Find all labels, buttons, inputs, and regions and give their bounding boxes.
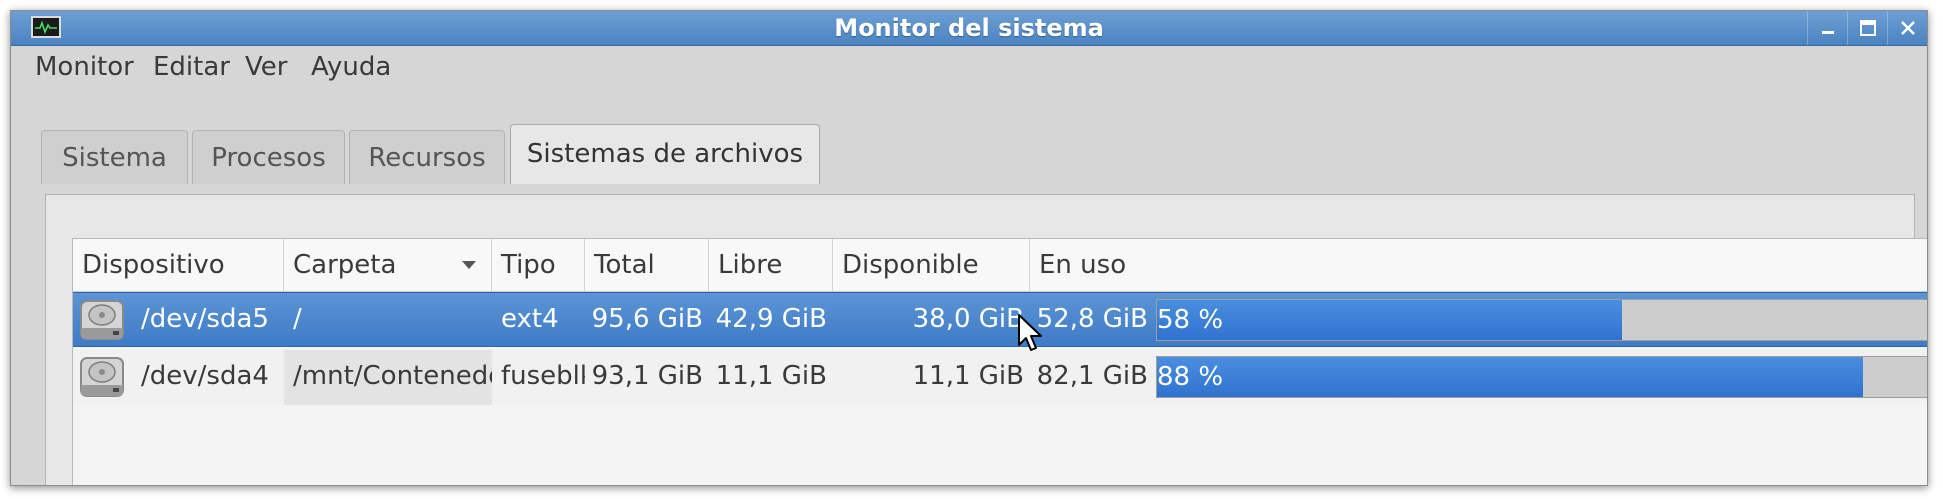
mouse-cursor-icon — [1018, 314, 1042, 351]
title-bar[interactable]: Monitor del sistema — [11, 11, 1927, 46]
usage-percent-label: 88 % — [1157, 362, 1224, 392]
menu-ver[interactable]: Ver — [233, 46, 299, 88]
file-systems-panel: Dispositivo Carpeta Tipo Total Libre Dis… — [45, 194, 1927, 485]
close-button[interactable] — [1887, 11, 1927, 45]
used-cell: 52,8 GiB — [1036, 304, 1148, 334]
maximize-icon — [1860, 20, 1876, 36]
device-cell: /dev/sda4 — [73, 350, 284, 405]
free-cell: 42,9 GiB — [715, 304, 827, 334]
type-cell: ext4 — [501, 304, 559, 334]
usage-progress-bar: 88 % — [1156, 356, 1927, 398]
hard-disk-icon — [80, 300, 124, 340]
type-cell: fuseblk — [501, 361, 585, 391]
tab-sistema[interactable]: Sistema — [41, 130, 188, 184]
column-header-label: En uso — [1039, 250, 1127, 280]
usage-percent-label: 58 % — [1157, 305, 1224, 335]
free-cell: 11,1 GiB — [715, 361, 827, 391]
column-header-dispositivo[interactable]: Dispositivo — [73, 239, 284, 291]
menu-ayuda[interactable]: Ayuda — [299, 46, 403, 88]
column-header-label: Carpeta — [293, 250, 397, 280]
window-title: Monitor del sistema — [834, 14, 1104, 42]
usage-progress-fill — [1157, 300, 1623, 340]
table-row[interactable]: /dev/sda4 /mnt/Contenedor fuseblk 93,1 G… — [73, 350, 1927, 405]
tab-procesos[interactable]: Procesos — [192, 130, 345, 184]
total-cell: 93,1 GiB — [591, 361, 703, 391]
menu-bar: Monitor Editar Ver Ayuda — [11, 46, 1927, 88]
device-name: /dev/sda5 — [141, 304, 269, 334]
device-name: /dev/sda4 — [141, 361, 269, 391]
tab-sistemas-de-archivos[interactable]: Sistemas de archivos — [510, 124, 820, 184]
hard-disk-icon — [80, 357, 124, 397]
column-header-label: Disponible — [842, 250, 979, 280]
table-row[interactable]: /dev/sda5 / ext4 95,6 GiB 42,9 GiB 38,0 … — [73, 292, 1927, 347]
column-header-label: Total — [594, 250, 655, 280]
column-header-disponible[interactable]: Disponible — [833, 239, 1030, 291]
close-icon — [1901, 21, 1915, 35]
column-header-carpeta[interactable]: Carpeta — [284, 239, 492, 291]
table-header: Dispositivo Carpeta Tipo Total Libre Dis… — [73, 239, 1927, 292]
folder-cell: /mnt/Contenedor — [284, 350, 492, 405]
column-header-en-uso[interactable]: En uso — [1030, 239, 1927, 291]
column-header-libre[interactable]: Libre — [709, 239, 833, 291]
used-cell: 82,1 GiB — [1036, 361, 1148, 391]
tab-recursos[interactable]: Recursos — [349, 130, 505, 184]
column-header-label: Dispositivo — [82, 250, 225, 280]
available-cell: 38,0 GiB — [912, 304, 1024, 334]
folder-cell: / — [293, 304, 302, 334]
sort-descending-icon — [462, 261, 476, 269]
available-cell: 11,1 GiB — [912, 361, 1024, 391]
file-systems-table: Dispositivo Carpeta Tipo Total Libre Dis… — [72, 238, 1927, 485]
total-cell: 95,6 GiB — [591, 304, 703, 334]
column-header-tipo[interactable]: Tipo — [492, 239, 585, 291]
column-header-label: Libre — [718, 250, 783, 280]
menu-monitor[interactable]: Monitor — [23, 46, 146, 88]
column-header-label: Tipo — [501, 250, 556, 280]
device-cell: /dev/sda5 — [73, 293, 284, 346]
column-header-total[interactable]: Total — [585, 239, 709, 291]
maximize-button[interactable] — [1847, 11, 1888, 45]
system-monitor-window: Monitor del sistema Monitor Editar Ver A… — [10, 10, 1928, 486]
usage-progress-bar: 58 % — [1156, 299, 1927, 341]
minimize-button[interactable] — [1807, 11, 1848, 45]
usage-progress-fill — [1157, 357, 1863, 397]
minimize-icon — [1822, 31, 1834, 34]
menu-editar[interactable]: Editar — [141, 46, 242, 88]
